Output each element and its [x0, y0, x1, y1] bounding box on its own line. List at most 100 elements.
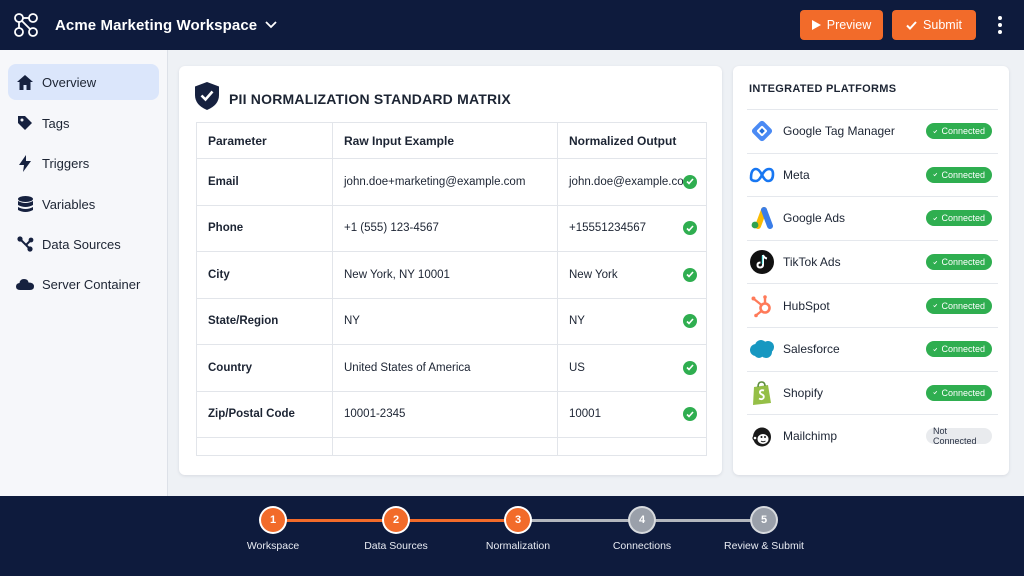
normalized-value: +15551234567: [569, 222, 647, 235]
platform-name: TikTok Ads: [783, 255, 841, 270]
sidebar-item-overview[interactable]: Overview: [8, 64, 159, 100]
column-header: Raw Input Example: [332, 122, 558, 159]
status-badge: Connected: [926, 341, 992, 358]
platform-name: Salesforce: [783, 342, 840, 357]
home-icon: [16, 73, 34, 91]
step-connector: [408, 519, 517, 522]
status-badge: Connected: [926, 123, 992, 140]
platform-row-meta[interactable]: Meta Connected: [747, 152, 998, 197]
status-text: Connected: [941, 387, 985, 398]
status-text: Connected: [941, 213, 985, 224]
check-icon: [933, 216, 938, 221]
table-row: State/Region NY NY: [196, 297, 707, 345]
shield-check-icon: [195, 82, 219, 115]
tag-icon: [16, 114, 34, 132]
platform-name: Google Tag Manager: [783, 124, 895, 139]
empty-cell: [196, 437, 333, 456]
more-options-icon[interactable]: [990, 10, 1010, 40]
sidebar-item-server-container[interactable]: Server Container: [8, 266, 159, 302]
platform-row-tiktok-ads[interactable]: TikTok Ads Connected: [747, 239, 998, 284]
sidebar-item-label: Tags: [42, 115, 70, 131]
status-badge: Connected: [926, 254, 992, 271]
table-row: City New York, NY 10001 New York: [196, 251, 707, 299]
platform-row-google-tag-manager[interactable]: Google Tag Manager Connected: [747, 109, 998, 153]
normalized-value: 10001: [569, 408, 601, 421]
tiktok-icon: [749, 249, 775, 275]
platform-name: Mailchimp: [783, 429, 838, 444]
sidebar: Overview Tags Triggers Variables Data So…: [0, 50, 168, 496]
check-circle-icon: [683, 267, 697, 282]
progress-stepper: 1 2 3 4 5 Workspace Data Sources Normali…: [0, 496, 1024, 576]
parameter-cell: State/Region: [196, 297, 333, 345]
column-header: Parameter: [196, 122, 333, 159]
parameter-cell: Email: [196, 158, 333, 206]
mailchimp-icon: [749, 423, 775, 449]
step-label: Review & Submit: [724, 540, 804, 552]
table-row: Email john.doe+marketing@example.com joh…: [196, 158, 707, 206]
platform-row-mailchimp[interactable]: Mailchimp Not Connected: [747, 414, 998, 458]
empty-cell: [557, 437, 707, 456]
pii-matrix-card: PII NORMALIZATION STANDARD MATRIX Parame…: [179, 66, 722, 475]
platform-name: Google Ads: [783, 211, 846, 226]
step-4-connections[interactable]: 4: [630, 508, 654, 532]
column-header: Normalized Output: [557, 122, 707, 159]
step-1-workspace[interactable]: 1: [261, 508, 285, 532]
matrix-title: PII NORMALIZATION STANDARD MATRIX: [229, 90, 511, 107]
check-circle-icon: [683, 407, 697, 422]
parameter-cell: Phone: [196, 204, 333, 252]
status-badge: Connected: [926, 210, 992, 227]
check-circle-icon: [683, 314, 697, 329]
normalized-output-cell: +15551234567: [557, 204, 707, 252]
step-3-normalization[interactable]: 3: [506, 508, 530, 532]
table-row: Country United States of America US: [196, 344, 707, 392]
platform-row-google-ads[interactable]: Google Ads Connected: [747, 196, 998, 240]
sidebar-item-label: Data Sources: [42, 236, 121, 252]
status-text: Connected: [941, 257, 985, 268]
meta-icon: [749, 162, 775, 188]
sidebar-item-label: Overview: [42, 74, 97, 90]
step-number: 5: [760, 514, 768, 526]
sidebar-item-data-sources[interactable]: Data Sources: [8, 226, 159, 262]
sidebar-item-variables[interactable]: Variables: [8, 186, 159, 222]
check-icon: [933, 304, 938, 308]
preview-button[interactable]: Preview: [800, 10, 883, 40]
integrated-platforms-card: INTEGRATED PLATFORMS Google Tag Manager …: [733, 66, 1009, 475]
check-circle-icon: [683, 174, 697, 189]
step-label: Connections: [612, 540, 672, 552]
status-badge: Not Connected: [926, 426, 992, 446]
shopify-icon: [749, 380, 775, 406]
normalized-output-cell: NY: [557, 297, 707, 345]
google-ads-icon: [749, 205, 775, 231]
empty-cell: [332, 437, 558, 456]
step-5-review-submit[interactable]: 5: [752, 508, 776, 532]
status-badge: Connected: [926, 166, 992, 183]
platform-row-shopify[interactable]: Shopify Connected: [747, 370, 998, 415]
step-number: 4: [638, 514, 646, 526]
table-header-row: Parameter Raw Input Example Normalized O…: [196, 122, 707, 159]
cloud-icon: [16, 275, 34, 293]
normalized-output-cell: 10001: [557, 390, 707, 438]
step-2-data-sources[interactable]: 2: [384, 508, 408, 532]
platform-name: HubSpot: [783, 298, 830, 313]
sidebar-item-triggers[interactable]: Triggers: [8, 145, 159, 181]
chevron-down-icon[interactable]: [265, 21, 277, 29]
normalized-output-cell: US: [557, 344, 707, 392]
workspace-title[interactable]: Acme Marketing Workspace: [55, 17, 257, 34]
check-icon: [933, 391, 938, 395]
platform-row-hubspot[interactable]: HubSpot Connected: [747, 283, 998, 327]
database-icon: [16, 195, 34, 213]
submit-button[interactable]: Submit: [892, 10, 976, 40]
normalized-output-cell: john.doe@example.com: [557, 158, 707, 206]
sidebar-item-label: Server Container: [42, 276, 141, 292]
sidebar-item-tags[interactable]: Tags: [8, 105, 159, 141]
platform-name: Meta: [783, 167, 810, 182]
raw-input-cell: United States of America: [332, 344, 558, 392]
workspace-logo-icon[interactable]: [13, 12, 39, 38]
status-text: Connected: [941, 126, 985, 137]
google-tag-manager-icon: [749, 118, 775, 144]
normalized-output-cell: New York: [557, 251, 707, 299]
preview-label: Preview: [826, 18, 872, 32]
platform-row-salesforce[interactable]: Salesforce Connected: [747, 327, 998, 371]
submit-label: Submit: [923, 18, 962, 32]
table-row: Zip/Postal Code 10001-2345 10001: [196, 390, 707, 438]
